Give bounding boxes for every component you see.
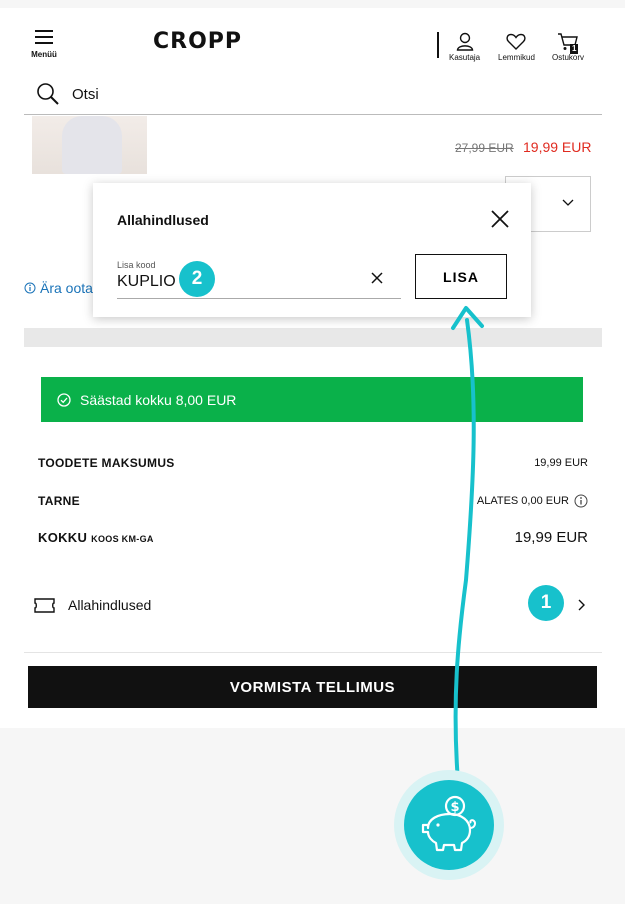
search-bar[interactable]: Otsi xyxy=(36,82,99,106)
old-price: 27,99 EUR xyxy=(455,141,514,155)
savings-text: Säästad kokku 8,00 EUR xyxy=(80,391,237,408)
header-divider xyxy=(437,32,439,58)
svg-text:$: $ xyxy=(450,800,459,815)
discount-code-input[interactable] xyxy=(117,271,353,293)
product-image xyxy=(62,116,122,174)
user-icon xyxy=(456,32,473,51)
shipping-row: TARNE ALATES 0,00 EUR xyxy=(38,494,588,508)
piggy-bank-badge: $ xyxy=(404,780,494,870)
step-1-badge: 1 xyxy=(528,585,564,621)
divider xyxy=(24,652,602,653)
shipping-value: ALATES 0,00 EUR xyxy=(476,495,569,507)
favorites-button[interactable]: Lemmikud xyxy=(498,32,535,62)
total-label: KOKKU xyxy=(38,530,88,545)
savings-banner: Säästad kokku 8,00 EUR xyxy=(41,377,583,422)
checkout-page: Menüü CROPP Kasutaja Lemmikud 1 Ostukorv xyxy=(0,8,625,728)
check-circle-icon xyxy=(57,392,71,407)
section-separator xyxy=(24,328,602,347)
step-2-badge: 2 xyxy=(179,261,215,297)
sale-price: 19,99 EUR xyxy=(523,139,592,155)
cart-count-badge: 1 xyxy=(570,44,579,54)
chevron-down-icon xyxy=(562,199,574,206)
discounts-label: Allahindlused xyxy=(68,597,152,613)
product-thumbnail[interactable] xyxy=(32,116,147,174)
close-icon[interactable] xyxy=(491,210,509,228)
order-total-row: KOKKU KOOS KM-GA 19,99 EUR xyxy=(38,529,588,546)
wait-link[interactable]: Ära oota xyxy=(24,280,93,296)
cart-button[interactable]: 1 Ostukorv xyxy=(552,32,584,62)
input-underline xyxy=(117,298,401,299)
account-button[interactable]: Kasutaja xyxy=(449,32,480,62)
products-total-value: 19,99 EUR xyxy=(534,457,588,469)
cart-label: Ostukorv xyxy=(552,53,585,62)
code-field-label: Lisa kood xyxy=(117,260,156,270)
hamburger-icon xyxy=(35,30,53,44)
chevron-right-icon xyxy=(578,599,585,611)
heart-icon xyxy=(506,33,527,50)
discounts-row[interactable]: Allahindlused xyxy=(34,592,590,618)
clear-input-icon[interactable] xyxy=(371,272,383,284)
brand-logo[interactable]: CROPP xyxy=(153,29,242,54)
discount-modal: Allahindlused Lisa kood LISA xyxy=(93,183,531,317)
products-total-row: TOODETE MAKSUMUS 19,99 EUR xyxy=(38,456,588,470)
info-icon xyxy=(24,282,36,294)
search-placeholder: Otsi xyxy=(72,85,99,103)
menu-button[interactable]: Menüü xyxy=(28,30,60,59)
piggy-bank-icon: $ xyxy=(421,795,476,852)
ticket-icon xyxy=(34,597,55,613)
total-vat-note: KOOS KM-GA xyxy=(91,534,154,544)
account-label: Kasutaja xyxy=(449,53,481,62)
apply-code-button[interactable]: LISA xyxy=(415,254,507,299)
menu-label: Menüü xyxy=(31,50,57,59)
modal-title: Allahindlused xyxy=(117,212,209,228)
total-value: 19,99 EUR xyxy=(514,529,588,546)
search-icon xyxy=(37,83,59,105)
products-total-label: TOODETE MAKSUMUS xyxy=(38,456,175,470)
favorites-label: Lemmikud xyxy=(498,53,535,62)
shipping-info-icon[interactable] xyxy=(574,494,588,508)
shipping-label: TARNE xyxy=(38,494,80,508)
search-divider xyxy=(24,114,602,115)
checkout-button[interactable]: VORMISTA TELLIMUS xyxy=(28,666,597,708)
wait-link-label: Ära oota xyxy=(40,280,93,296)
